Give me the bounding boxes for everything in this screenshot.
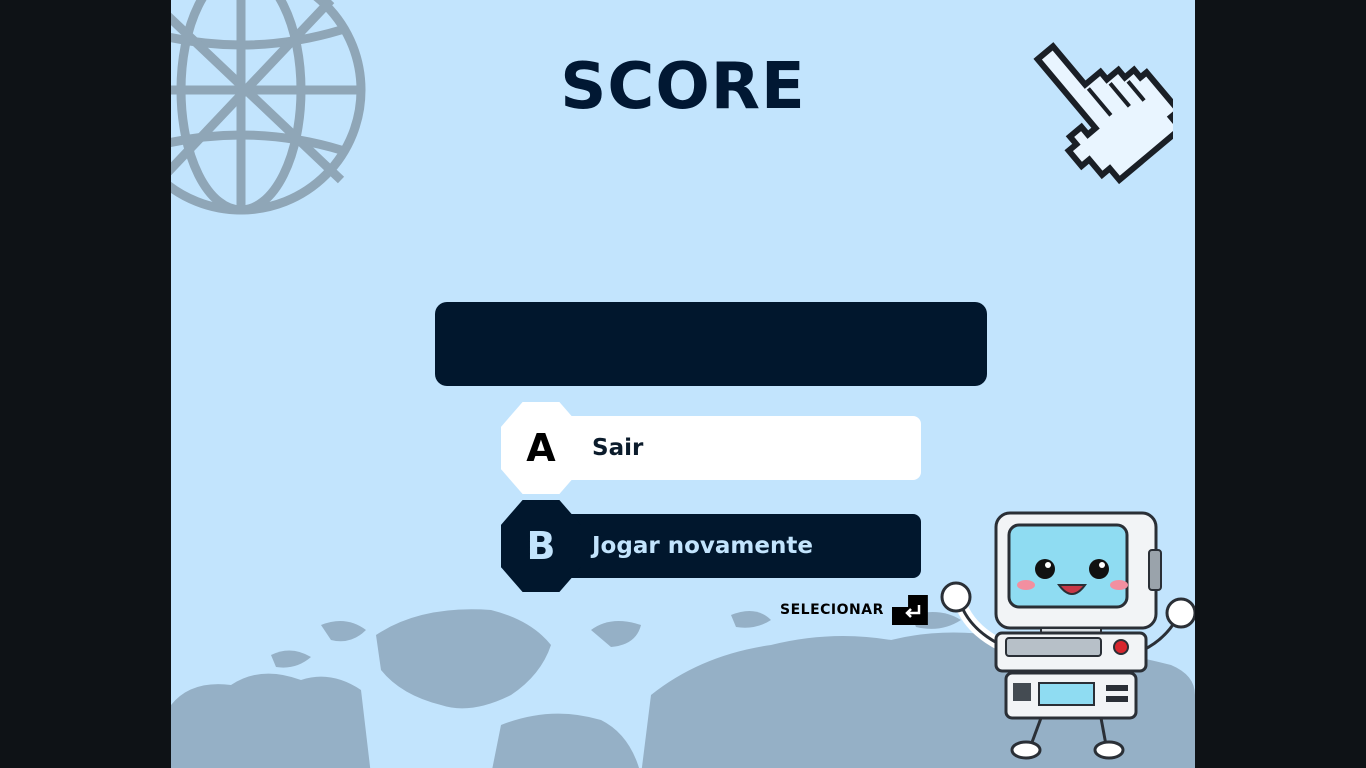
score-panel: [435, 302, 987, 386]
option-label: Sair: [592, 435, 644, 461]
option-bar: [521, 416, 921, 480]
select-hint-label: SELECIONAR: [780, 602, 884, 618]
option-play-again-button[interactable]: B Jogar novamente: [501, 500, 921, 592]
select-hint: SELECIONAR: [780, 594, 928, 626]
option-label: Jogar novamente: [592, 533, 813, 559]
option-quit-button[interactable]: A Sair: [501, 402, 921, 494]
game-screen: SCORE A Sair B Jogar novamente SELECIONA…: [171, 0, 1195, 768]
enter-key-icon: [891, 595, 928, 625]
option-key-badge: B: [501, 500, 581, 592]
page-title: SCORE: [560, 50, 806, 124]
option-key-badge: A: [501, 402, 581, 494]
computer-robot-mascot: [940, 511, 1195, 760]
